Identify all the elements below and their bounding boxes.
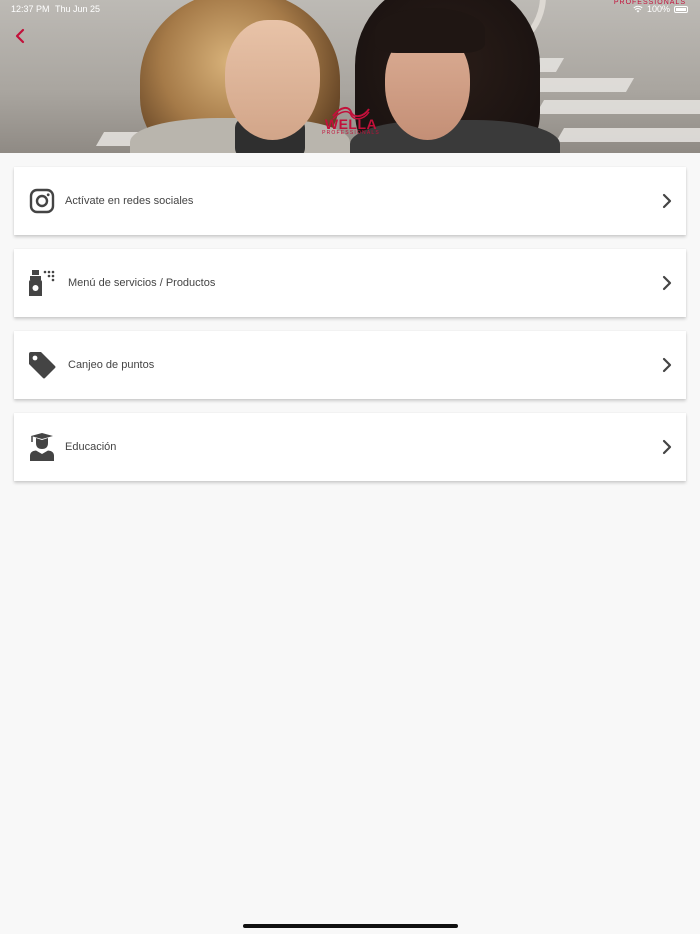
spray-bottle-icon <box>26 267 58 299</box>
chevron-right-icon <box>662 275 672 291</box>
status-date: Thu Jun 25 <box>55 4 101 14</box>
chevron-right-icon <box>662 439 672 455</box>
status-time: 12:37 PM <box>11 4 50 14</box>
chevron-left-icon <box>15 28 25 44</box>
hero-banner: WELLA PROFESSIONALS <box>0 0 700 153</box>
menu-item-label: Educación <box>65 441 117 453</box>
instagram-icon <box>26 185 58 217</box>
chevron-right-icon <box>662 357 672 373</box>
status-bar: 12:37 PM Thu Jun 25 PROFESSIONALS 100% <box>0 0 700 18</box>
home-indicator[interactable] <box>243 924 458 928</box>
menu-item-label: Menú de servicios / Productos <box>68 277 216 289</box>
tag-icon <box>26 349 58 381</box>
status-right: 100% <box>633 0 688 18</box>
graduate-icon <box>26 431 58 463</box>
wella-logo: WELLA PROFESSIONALS <box>316 106 386 146</box>
menu-item-points[interactable]: Canjeo de puntos <box>14 331 686 399</box>
menu-item-education[interactable]: Educación <box>14 413 686 481</box>
logo-word: WELLA <box>324 116 378 132</box>
battery-icon <box>674 5 688 13</box>
menu-item-label: Canjeo de puntos <box>68 359 155 371</box>
menu-item-label: Actívate en redes sociales <box>65 195 194 207</box>
menu-item-services[interactable]: Menú de servicios / Productos <box>14 249 686 317</box>
chevron-right-icon <box>662 193 672 209</box>
wifi-icon <box>633 5 643 13</box>
model-left-face <box>225 20 320 140</box>
menu-item-social[interactable]: Actívate en redes sociales <box>14 167 686 235</box>
battery-percent: 100% <box>646 4 670 14</box>
menu-list: Actívate en redes sociales Menú de servi… <box>14 167 686 495</box>
crosswalk-stripe <box>535 100 700 114</box>
logo-sub: PROFESSIONALS <box>322 130 380 136</box>
back-button[interactable] <box>8 24 32 48</box>
crosswalk-stripe <box>555 128 700 142</box>
